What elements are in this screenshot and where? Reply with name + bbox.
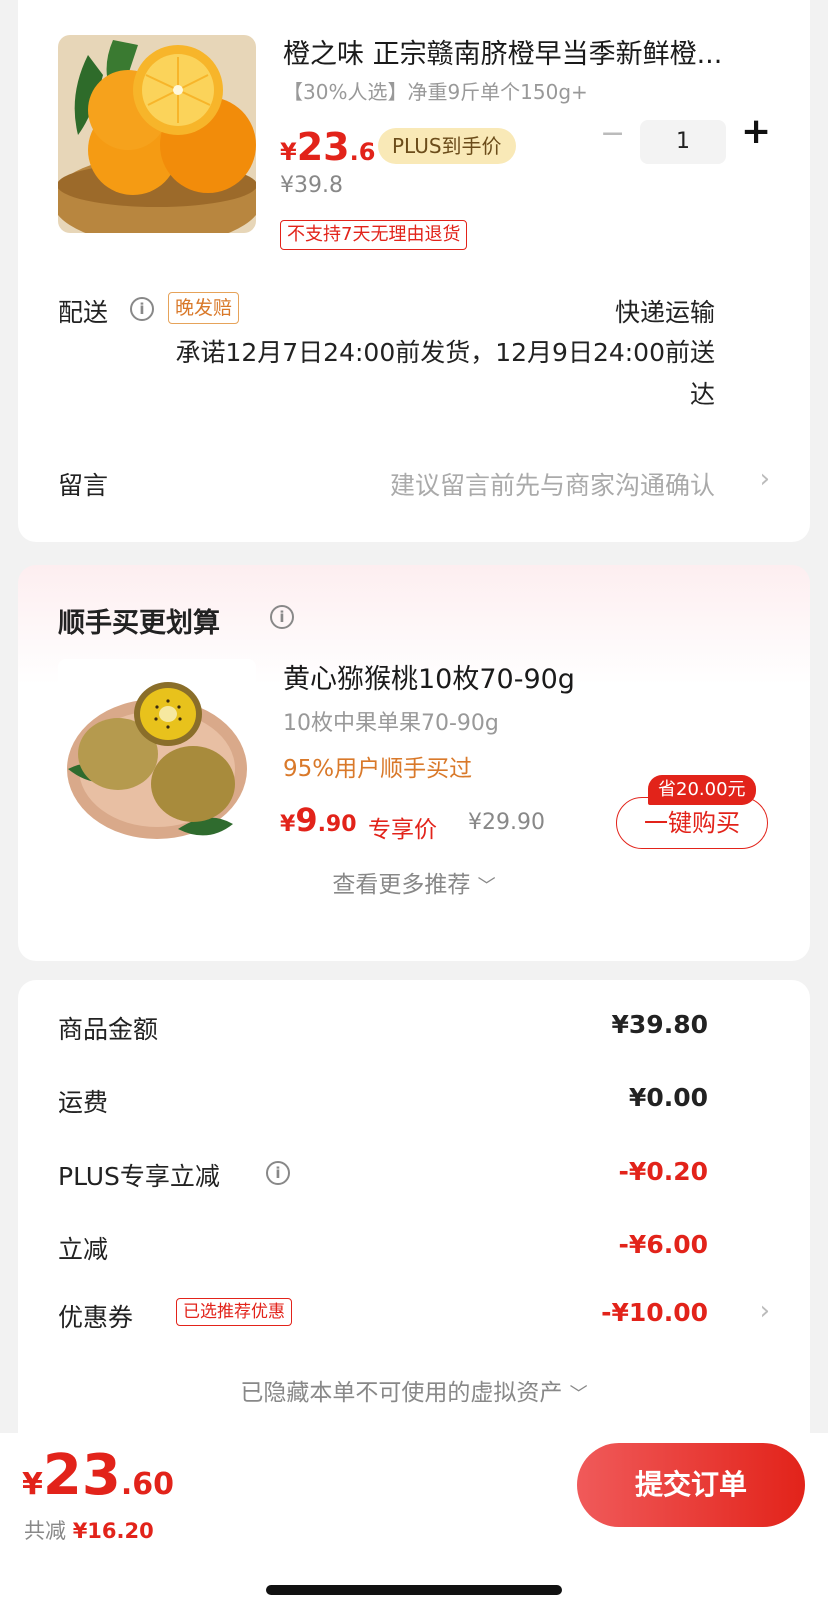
price-summary-card: 商品金额 ¥39.80 运费 ¥0.00 PLUS专享立减 i -¥0.20 立… bbox=[18, 980, 810, 1460]
recommend-title: 顺手买更划算 bbox=[58, 608, 220, 639]
price-currency: ¥ bbox=[280, 812, 296, 837]
info-icon[interactable]: i bbox=[270, 605, 294, 629]
price-decimal: .6 bbox=[349, 138, 376, 166]
summary-value-coupon[interactable]: -¥10.00 bbox=[601, 1298, 708, 1327]
summary-label-plus-discount: PLUS专享立减 bbox=[58, 1162, 220, 1191]
summary-value-shipping: ¥0.00 bbox=[628, 1083, 708, 1112]
total-saved: 共减 ¥16.20 bbox=[24, 1515, 154, 1545]
checkout-bar: ¥23.60 共减 ¥16.20 提交订单 bbox=[0, 1433, 828, 1613]
summary-label-instant-discount: 立减 bbox=[58, 1235, 109, 1264]
recommend-original-price: ¥29.90 bbox=[468, 810, 545, 835]
recommend-popularity: 95%用户顺手买过 bbox=[283, 756, 473, 782]
chevron-down-icon: ﹀ bbox=[569, 1384, 588, 1405]
total-integer: 23 bbox=[42, 1443, 121, 1508]
coupon-selected-tag: 已选推荐优惠 bbox=[176, 1298, 292, 1326]
info-icon[interactable]: i bbox=[266, 1161, 290, 1185]
price-integer: 9 bbox=[295, 801, 318, 839]
price-decimal: .90 bbox=[317, 812, 357, 837]
price-currency: ¥ bbox=[280, 138, 297, 166]
recommend-image[interactable] bbox=[58, 659, 256, 857]
recommend-spec: 10枚中果单果70-90g bbox=[283, 711, 499, 736]
more-recommendations-label: 查看更多推荐 bbox=[332, 872, 471, 898]
info-icon[interactable]: i bbox=[130, 297, 154, 321]
product-price: ¥23.6 bbox=[280, 125, 375, 169]
hidden-assets-toggle[interactable]: 已隐藏本单不可使用的虚拟资产 ﹀ bbox=[18, 1373, 810, 1407]
quantity-increase-button[interactable]: + bbox=[741, 111, 771, 152]
summary-value-plus-discount: -¥0.20 bbox=[618, 1157, 708, 1186]
shipping-promise: 承诺12月7日24:00前发货，12月9日24:00前送达 bbox=[175, 338, 715, 409]
home-indicator[interactable] bbox=[266, 1585, 562, 1595]
summary-value-goods: ¥39.80 bbox=[611, 1010, 708, 1039]
total-currency: ¥ bbox=[22, 1467, 43, 1502]
product-subtitle: 【30%人选】净重9斤单个150g+ bbox=[283, 80, 588, 104]
message-label: 留言 bbox=[58, 471, 109, 500]
return-policy-tag: 不支持7天无理由退货 bbox=[280, 220, 468, 250]
summary-label-shipping: 运费 bbox=[58, 1088, 109, 1117]
shipping-method: 快递运输 bbox=[614, 298, 715, 327]
quantity-decrease-button[interactable]: − bbox=[600, 116, 625, 151]
chevron-down-icon: ﹀ bbox=[477, 876, 496, 897]
price-integer: 23 bbox=[296, 125, 350, 169]
recommend-product-name[interactable]: 黄心猕猴桃10枚70-90g bbox=[283, 657, 575, 696]
summary-label-goods: 商品金额 bbox=[58, 1015, 159, 1044]
original-price: ¥39.8 bbox=[280, 173, 343, 198]
product-image[interactable] bbox=[58, 35, 256, 233]
chevron-right-icon[interactable]: › bbox=[760, 464, 770, 494]
chevron-right-icon[interactable]: › bbox=[760, 1296, 770, 1326]
recommend-price: ¥9.90 bbox=[280, 801, 357, 839]
plus-price-tag: PLUS到手价 bbox=[378, 128, 516, 164]
hidden-assets-label: 已隐藏本单不可使用的虚拟资产 bbox=[240, 1380, 563, 1406]
save-badge: 省20.00元 bbox=[648, 775, 756, 805]
delivery-label: 配送 bbox=[58, 298, 109, 327]
exclusive-price-label: 专享价 bbox=[368, 817, 437, 843]
saved-label: 共减 bbox=[24, 1519, 66, 1543]
recommend-card: 顺手买更划算 i 黄心猕猴桃10枚70-90g 10枚中果单果70-90g 95… bbox=[18, 565, 810, 961]
summary-value-instant-discount: -¥6.00 bbox=[618, 1230, 708, 1259]
submit-order-button[interactable]: 提交订单 bbox=[577, 1443, 805, 1527]
summary-label-coupon: 优惠券 bbox=[58, 1303, 134, 1332]
quantity-input[interactable]: 1 bbox=[640, 120, 726, 164]
total-decimal: .60 bbox=[120, 1467, 174, 1502]
more-recommendations-link[interactable]: 查看更多推荐 ﹀ bbox=[18, 865, 810, 899]
late-compensation-tag: 晚发赔 bbox=[168, 292, 240, 324]
product-title[interactable]: 橙之味 正宗赣南脐橙早当季新鲜橙... bbox=[283, 32, 773, 71]
saved-value: ¥16.20 bbox=[72, 1519, 154, 1543]
message-hint[interactable]: 建议留言前先与商家沟通确认 bbox=[390, 466, 715, 502]
total-price: ¥23.60 bbox=[22, 1443, 174, 1508]
product-card: 橙之味 正宗赣南脐橙早当季新鲜橙... 【30%人选】净重9斤单个150g+ ¥… bbox=[18, 0, 810, 542]
